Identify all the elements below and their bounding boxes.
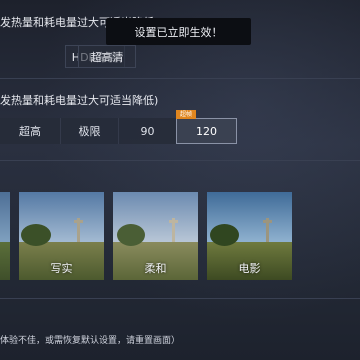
divider <box>0 160 360 161</box>
fps-section-note: 发热量和耗电量过大可适当降低) <box>0 94 159 107</box>
frame-rate-row: 超高 极限 90 120 <box>0 118 237 144</box>
fps-option-extreme[interactable]: 极限 <box>60 118 118 144</box>
style-option-soft[interactable]: 柔和 <box>113 192 198 280</box>
divider <box>0 298 360 299</box>
graphics-option-ultra-hd[interactable]: 超高清 <box>78 45 136 68</box>
divider <box>0 78 360 79</box>
style-label-cinematic: 电影 <box>238 262 261 275</box>
background-glow <box>0 0 360 360</box>
fps-option-120[interactable]: 120 <box>176 118 237 144</box>
fps-badge: 超帧 <box>176 110 196 119</box>
style-label-soft: 柔和 <box>144 262 167 275</box>
settings-applied-toast: 设置已立即生效！ <box>106 18 251 45</box>
reset-hint-note: 体验不佳，或需恢复默认设置，请重置画面） <box>0 336 181 346</box>
fps-option-super-high[interactable]: 超高 <box>0 118 60 144</box>
style-thumbnail-partial[interactable] <box>0 192 10 280</box>
fps-option-90[interactable]: 90 <box>118 118 176 144</box>
style-label-realistic: 写实 <box>50 262 73 275</box>
style-option-realistic[interactable]: 写实 <box>19 192 104 280</box>
style-option-cinematic[interactable]: 电影 <box>207 192 292 280</box>
